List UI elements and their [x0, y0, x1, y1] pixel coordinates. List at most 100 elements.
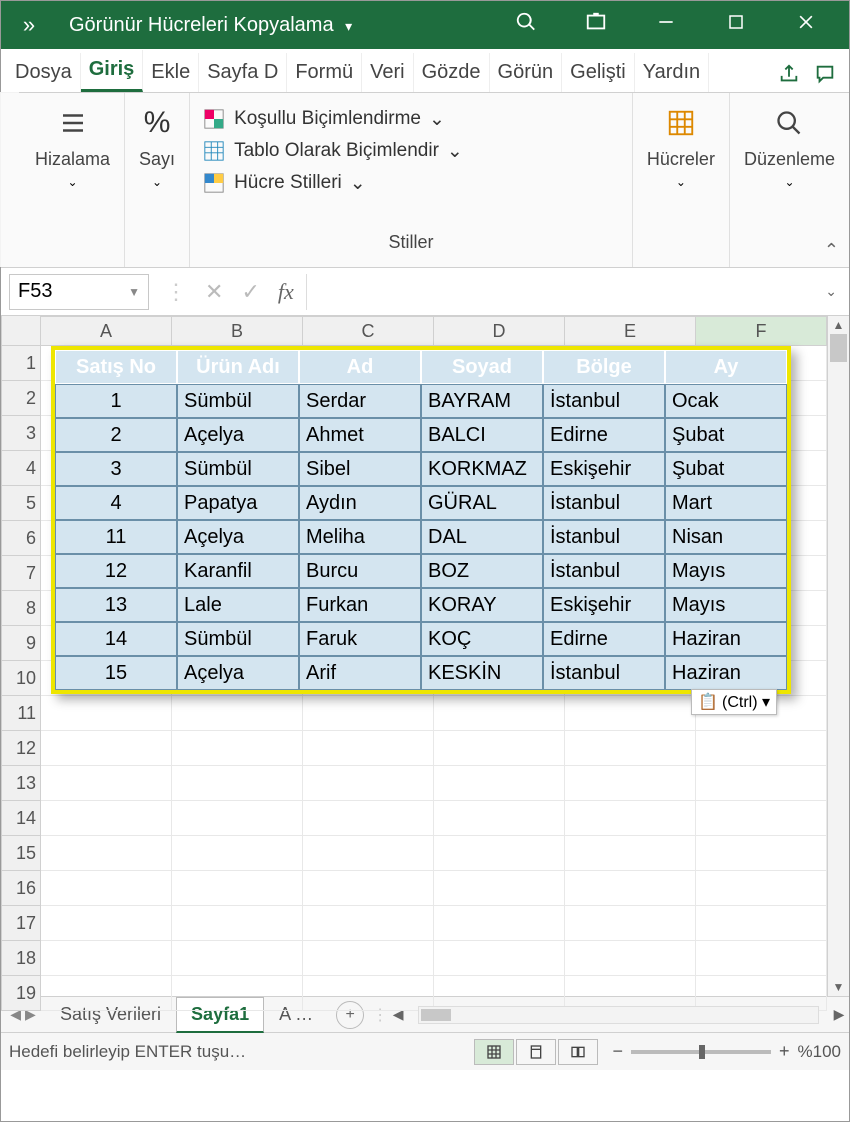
row-header[interactable]: 8 [1, 591, 41, 626]
tab-sayfa[interactable]: Sayfa D [199, 53, 287, 92]
table-cell[interactable]: Serdar [299, 384, 421, 418]
table-cell[interactable]: Lale [177, 588, 299, 622]
scroll-down-icon[interactable]: ▼ [828, 978, 849, 996]
table-header-cell[interactable]: Ad [299, 350, 421, 384]
normal-view-button[interactable] [474, 1039, 514, 1065]
cell[interactable] [172, 941, 303, 976]
chevron-down-icon[interactable]: ⌄ [676, 175, 686, 189]
cell[interactable] [434, 766, 565, 801]
table-cell[interactable]: Sibel [299, 452, 421, 486]
row-header[interactable]: 2 [1, 381, 41, 416]
cell[interactable] [303, 871, 434, 906]
tab-giris[interactable]: Giriş [81, 50, 144, 92]
cell[interactable] [696, 731, 827, 766]
table-cell[interactable]: BOZ [421, 554, 543, 588]
cell[interactable] [41, 941, 172, 976]
row-header[interactable]: 19 [1, 976, 41, 1011]
column-header[interactable]: C [303, 316, 434, 346]
cell[interactable] [565, 766, 696, 801]
table-cell[interactable]: 11 [55, 520, 177, 554]
row-header[interactable]: 18 [1, 941, 41, 976]
horizontal-scrollbar[interactable] [418, 1006, 819, 1024]
table-cell[interactable]: 3 [55, 452, 177, 486]
table-cell[interactable]: Nisan [665, 520, 787, 554]
table-cell[interactable]: Sümbül [177, 384, 299, 418]
table-cell[interactable]: Mayıs [665, 588, 787, 622]
table-cell[interactable]: 12 [55, 554, 177, 588]
table-cell[interactable]: 1 [55, 384, 177, 418]
group-sayi[interactable]: % Sayı ⌄ [125, 93, 190, 267]
zoom-out-button[interactable]: − [612, 1041, 623, 1062]
table-header-cell[interactable]: Ürün Adı [177, 350, 299, 384]
title-dropdown-icon[interactable]: ▾ [345, 18, 352, 34]
cell[interactable] [434, 836, 565, 871]
formula-input[interactable] [306, 274, 826, 310]
table-cell[interactable]: Faruk [299, 622, 421, 656]
table-cell[interactable]: Açelya [177, 656, 299, 690]
column-header[interactable]: B [172, 316, 303, 346]
cell-styles-button[interactable]: Hücre Stilleri⌄ [202, 167, 620, 199]
table-cell[interactable]: BALCI [421, 418, 543, 452]
chevron-down-icon[interactable]: ⌄ [67, 175, 77, 189]
cell[interactable] [303, 906, 434, 941]
fx-icon[interactable]: fx [278, 279, 294, 305]
cell[interactable] [172, 871, 303, 906]
cell[interactable] [303, 766, 434, 801]
comments-icon[interactable] [807, 56, 843, 92]
cell[interactable] [434, 801, 565, 836]
column-header[interactable]: F [696, 316, 827, 346]
cell[interactable] [172, 906, 303, 941]
cell[interactable] [303, 836, 434, 871]
table-cell[interactable]: Sümbül [177, 622, 299, 656]
cell[interactable] [434, 696, 565, 731]
table-cell[interactable]: İstanbul [543, 486, 665, 520]
table-cell[interactable]: KORAY [421, 588, 543, 622]
table-cell[interactable]: BAYRAM [421, 384, 543, 418]
cell[interactable] [172, 696, 303, 731]
row-header[interactable]: 1 [1, 346, 41, 381]
cell[interactable] [172, 836, 303, 871]
cell[interactable] [565, 871, 696, 906]
cell[interactable] [565, 731, 696, 766]
table-cell[interactable]: DAL [421, 520, 543, 554]
table-cell[interactable]: KOÇ [421, 622, 543, 656]
row-header[interactable]: 16 [1, 871, 41, 906]
close-button[interactable] [771, 12, 841, 38]
table-cell[interactable]: Papatya [177, 486, 299, 520]
cell[interactable] [696, 836, 827, 871]
row-header[interactable]: 3 [1, 416, 41, 451]
column-header[interactable]: A [41, 316, 172, 346]
pasted-table[interactable]: Satış NoÜrün AdıAdSoyadBölgeAy1SümbülSer… [51, 346, 791, 694]
row-header[interactable]: 7 [1, 556, 41, 591]
zoom-thumb[interactable] [699, 1045, 705, 1059]
cancel-icon[interactable]: ✕ [205, 279, 223, 305]
format-as-table-button[interactable]: Tablo Olarak Biçimlendir⌄ [202, 135, 620, 167]
row-header[interactable]: 10 [1, 661, 41, 696]
group-hizalama[interactable]: Hizalama ⌄ [21, 93, 125, 267]
row-header[interactable]: 6 [1, 521, 41, 556]
table-cell[interactable]: KORKMAZ [421, 452, 543, 486]
tab-dosya[interactable]: Dosya [7, 53, 81, 92]
tab-veri[interactable]: Veri [362, 53, 413, 92]
share-icon[interactable] [771, 56, 807, 92]
cell[interactable] [303, 731, 434, 766]
zoom-level[interactable]: %100 [798, 1042, 841, 1062]
cell[interactable] [172, 801, 303, 836]
cell[interactable] [565, 836, 696, 871]
table-cell[interactable]: KESKİN [421, 656, 543, 690]
tab-formu[interactable]: Formü [287, 53, 362, 92]
cell[interactable] [41, 766, 172, 801]
table-cell[interactable]: 14 [55, 622, 177, 656]
cell[interactable] [172, 976, 303, 1011]
table-header-cell[interactable]: Satış No [55, 350, 177, 384]
table-cell[interactable]: İstanbul [543, 384, 665, 418]
row-header[interactable]: 5 [1, 486, 41, 521]
table-cell[interactable]: İstanbul [543, 656, 665, 690]
cell[interactable] [696, 941, 827, 976]
vertical-scrollbar[interactable]: ▲ ▼ [827, 316, 849, 996]
row-header[interactable]: 12 [1, 731, 41, 766]
table-cell[interactable]: Ahmet [299, 418, 421, 452]
tab-gelisti[interactable]: Gelişti [562, 53, 635, 92]
conditional-formatting-button[interactable]: Koşullu Biçimlendirme⌄ [202, 103, 620, 135]
cell[interactable] [696, 871, 827, 906]
